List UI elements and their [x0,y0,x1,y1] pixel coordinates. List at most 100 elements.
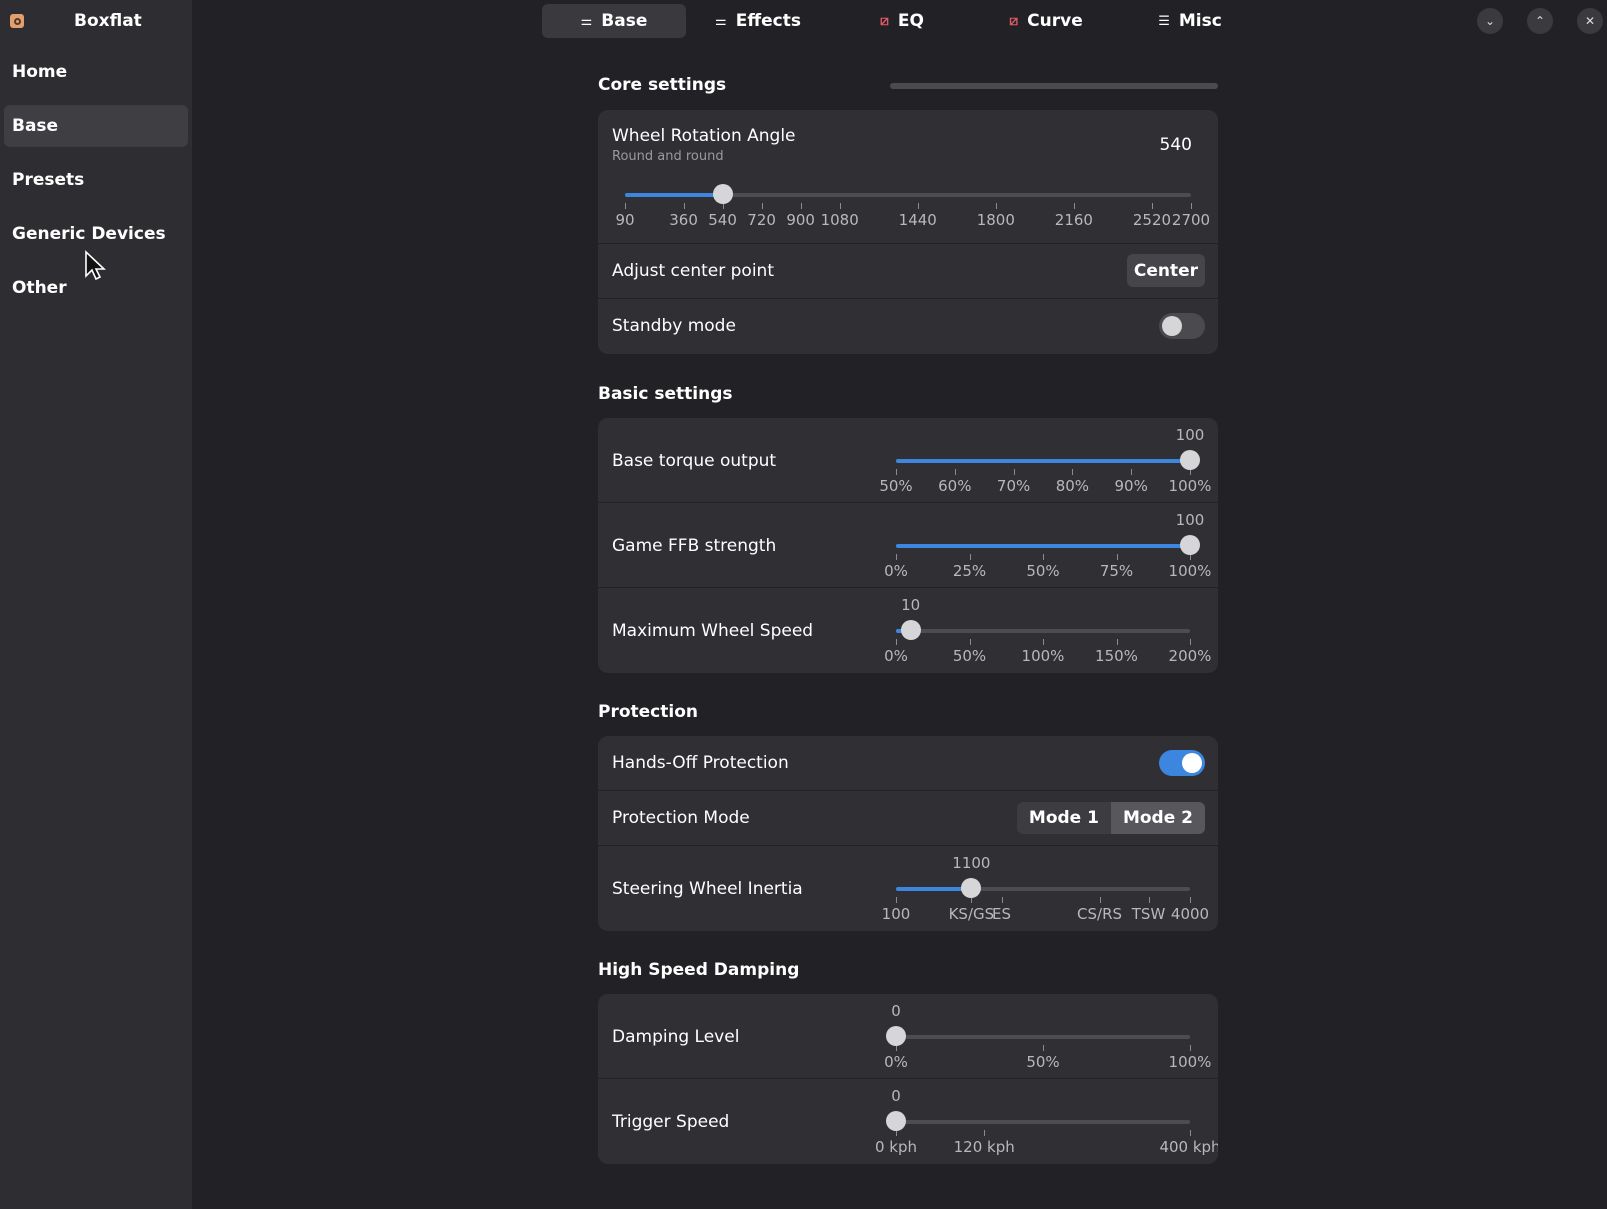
slider-tick [761,203,763,209]
mode-2-button[interactable]: Mode 2 [1110,802,1205,834]
tab-base[interactable]: ⚌ Base [542,4,686,38]
slider-fill [896,887,972,891]
slider-tick [1190,897,1191,903]
slider-knob[interactable] [712,184,733,204]
sidebar-item-generic-devices[interactable]: Generic Devices [4,213,188,255]
close-icon: ✕ [1584,14,1596,28]
slider-fill [896,459,1190,463]
mode-1-button[interactable]: Mode 1 [1016,802,1111,834]
chevron-down-icon: ⌄ [1484,14,1496,28]
handsoff-label: Hands-Off Protection [612,753,789,773]
standby-label: Standby mode [612,316,736,336]
slider-tick-label: 1440 [898,211,937,229]
slider-tick [1190,1130,1191,1136]
chevron-up-icon: ⌃ [1534,14,1546,28]
tab-misc[interactable]: ☰ Misc [1118,4,1262,38]
slider-tick [1190,1045,1191,1051]
sliders-icon: ⚌ [715,13,727,29]
slider-knob[interactable] [886,1111,906,1131]
slider-tick [683,203,685,209]
slider-tick-label: 70% [996,477,1031,495]
eq-icon: ⧄ [880,13,889,29]
damping-card: Damping Level 0% 50% 100% 0 Trigger Speed 0… [598,994,1218,1164]
slider-tick-label: 400 kph [1159,1138,1218,1156]
sidebar-item-presets[interactable]: Presets [4,159,188,201]
mouse-cursor-icon [85,250,106,281]
slider-tick-label: 25% [952,562,987,580]
slider-tick-label: 2700 [1171,211,1211,229]
slider-knob[interactable] [961,878,982,898]
basic-settings-card: Base torque output 50% 60% 70% 80% 90% 100% 10… [598,418,1218,673]
standby-toggle[interactable] [1159,313,1205,339]
slider-tick-label: 1800 [976,211,1015,229]
slider-tick [1043,1045,1044,1051]
slider-knob[interactable] [1180,535,1200,555]
core-settings-card: Wheel Rotation Angle Round and round 540… [598,110,1218,354]
slider-tick [1151,203,1153,209]
standby-row: Standby mode [598,299,1218,354]
slider-knob[interactable] [886,1026,906,1046]
slider-tick [800,203,802,209]
slider-tick-label: 60% [938,477,972,495]
rotation-value: 540 [1159,135,1192,155]
slider-tick-label: 100 [881,905,911,923]
tab-eq[interactable]: ⧄ EQ [830,4,974,38]
slider-tick-label: 100% [1168,562,1212,580]
handsoff-toggle[interactable] [1159,750,1205,776]
center-button[interactable]: Center [1127,254,1205,287]
slider-tick-label: 50% [952,647,987,665]
rotation-subtitle: Round and round [612,149,724,164]
slider-tick [969,554,971,560]
handsoff-row: Hands-Off Protection [598,736,1218,791]
slider-tick [1043,554,1044,560]
slider-tick [1001,897,1003,903]
slider-value: 1100 [952,854,991,872]
slider-tick-label: 0% [884,562,908,580]
slider-tick [896,469,897,475]
slider-tick [917,203,919,209]
slider-value: 100 [1175,511,1205,529]
slider-value: 10 [901,596,921,614]
slider-track[interactable] [896,1120,1190,1124]
speed-row: Maximum Wheel Speed 0% 50% 100% 150% 200% 10 [598,588,1218,673]
slider-fill [625,193,723,197]
slider-tick-label: 2520 [1132,211,1172,229]
sidebar-item-base[interactable]: Base [4,105,188,147]
progress-bar [890,83,1218,89]
slider-tick [896,639,897,645]
slider-knob[interactable] [1180,450,1200,470]
slider-tick-label: 200% [1168,647,1212,665]
app-header: Boxflat [0,0,192,42]
slider-track[interactable] [896,1035,1190,1039]
maximize-button[interactable]: ⌃ [1527,8,1553,34]
slider-tick [1013,469,1015,475]
slider-tick [1148,897,1150,903]
close-button[interactable]: ✕ [1577,8,1603,34]
slider-knob[interactable] [900,620,921,640]
slider-tick-label: 100% [1168,477,1212,495]
slider-tick-label: 1080 [820,211,859,229]
slider-tick-label: TSW [1131,905,1166,923]
minimize-button[interactable]: ⌄ [1477,8,1503,34]
slider-tick [995,203,997,209]
slider-tick [896,897,897,903]
slider-tick-label: 75% [1099,562,1134,580]
rotation-row: Wheel Rotation Angle Round and round 540… [598,110,1218,244]
tab-bar: ⚌ Base ⚌ Effects ⧄ EQ ⧄ Curve ☰ Misc [542,4,1262,38]
sidebar-item-home[interactable]: Home [4,51,188,93]
app-logo-icon [10,14,24,28]
slider-tick-label: 50% [1026,562,1060,580]
ffb-label: Game FFB strength [612,536,777,556]
slider-tick [1073,203,1075,209]
tab-effects[interactable]: ⚌ Effects [686,4,830,38]
section-title-protection: Protection [598,702,698,722]
slider-tick-label: KS/GS [948,905,995,923]
slider-tick-label: 90% [1114,477,1148,495]
damping-level-label: Damping Level [612,1027,740,1047]
slider-fill [896,544,1190,548]
curve-icon: ⧄ [1009,13,1019,29]
slider-tick-label: 150% [1095,647,1138,665]
tab-curve[interactable]: ⧄ Curve [974,4,1118,38]
window-controls: ⌄ ⌃ ✕ [1477,8,1607,34]
slider-track[interactable] [896,629,1190,633]
